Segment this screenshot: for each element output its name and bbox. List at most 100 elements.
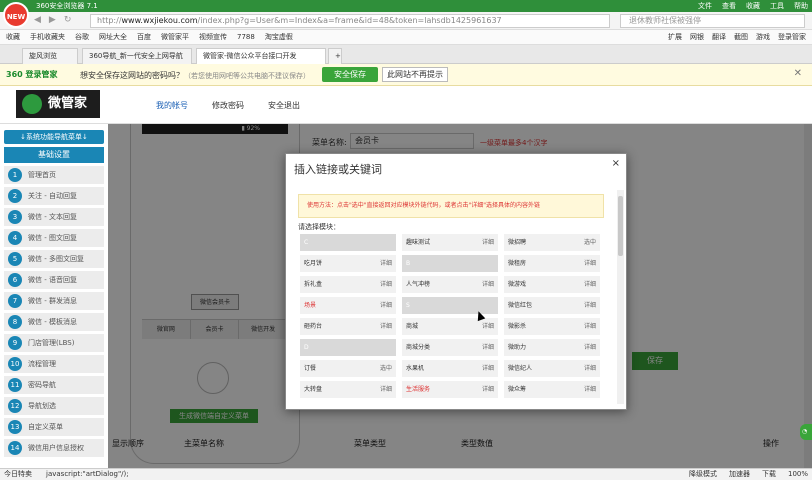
sidebar-item[interactable]: 9 门店管理(LBS)	[4, 334, 104, 352]
dialog-scrollbar[interactable]	[617, 190, 624, 404]
status-right-item[interactable]: 下载	[762, 469, 776, 480]
dialog-close-icon[interactable]: ×	[612, 158, 620, 169]
module-cell[interactable]: 微招聘 选中	[504, 234, 600, 251]
safe-save-button[interactable]: 安全保存	[322, 67, 378, 82]
module-action-link[interactable]: 详细	[584, 381, 596, 398]
module-cell[interactable]: 微游戏 详细	[504, 276, 600, 293]
module-cell[interactable]: 微助力 详细	[504, 339, 600, 356]
sidebar-item[interactable]: 4 微信 - 图文回复	[4, 229, 104, 247]
forward-icon[interactable]: ▶	[49, 15, 56, 25]
module-cell[interactable]: 商城 详细	[402, 318, 498, 335]
favorite-item[interactable]: 百度	[137, 32, 151, 42]
back-icon[interactable]: ◀	[34, 15, 41, 25]
top-nav-item[interactable]: 我的帐号	[156, 100, 188, 111]
module-action-link[interactable]: 详细	[380, 318, 392, 335]
module-cell[interactable]: 微信红包 详细	[504, 297, 600, 314]
module-cell[interactable]: S	[402, 297, 498, 314]
favorite-item[interactable]: 网址大全	[99, 32, 127, 42]
menu-item[interactable]: 工具	[770, 0, 784, 12]
module-cell[interactable]: B	[402, 255, 498, 272]
module-cell[interactable]: 微影杀 详细	[504, 318, 600, 335]
module-action-link[interactable]: 详细	[482, 318, 494, 335]
sidebar-item[interactable]: 13 自定义菜单	[4, 418, 104, 436]
module-action-link[interactable]: 详细	[584, 360, 596, 377]
module-action-link[interactable]: 详细	[482, 360, 494, 377]
browser-tab[interactable]: 微管家-微信公众平台接口开发	[196, 48, 326, 64]
status-left-item[interactable]: 今日特卖	[4, 469, 32, 480]
sidebar-item[interactable]: 7 微信 - 群发消息	[4, 292, 104, 310]
sidebar-item[interactable]: 1 管理首页	[4, 166, 104, 184]
module-action-link[interactable]: 详细	[584, 318, 596, 335]
status-right-item[interactable]: 加速器	[729, 469, 750, 480]
favorite-item[interactable]: 视频宣传	[199, 32, 227, 42]
sidebar-item[interactable]: 14 微信用户信息授权	[4, 439, 104, 457]
module-cell[interactable]: 微众筹 详细	[504, 381, 600, 398]
close-icon[interactable]: ✕	[794, 68, 802, 79]
sidebar-item[interactable]: 8 微信 - 模板消息	[4, 313, 104, 331]
sidebar-item[interactable]: 11 密码导航	[4, 376, 104, 394]
module-action-link[interactable]: 详细	[482, 276, 494, 293]
module-action-link[interactable]: 详细	[380, 297, 392, 314]
search-input[interactable]: 退休教师社保被强停	[620, 14, 805, 28]
sidebar-section-basic[interactable]: 基础设置	[4, 147, 104, 163]
module-cell[interactable]: 商城分类 详细	[402, 339, 498, 356]
module-action-link[interactable]: 详细	[380, 255, 392, 272]
sidebar-item[interactable]: 10 流程管理	[4, 355, 104, 373]
module-cell[interactable]: D	[300, 339, 396, 356]
module-action-link[interactable]: 详细	[380, 276, 392, 293]
toolbar-item[interactable]: 游戏	[756, 32, 770, 42]
module-action-link[interactable]: 选中	[584, 234, 596, 251]
module-cell[interactable]: 砸药台 详细	[300, 318, 396, 335]
top-nav-item[interactable]: 修改密码	[212, 100, 244, 111]
browser-tab[interactable]: 360导航_新一代安全上网导航	[82, 48, 192, 64]
favorite-item[interactable]: 微管家平	[161, 32, 189, 42]
favorite-item[interactable]: 谷歌	[75, 32, 89, 42]
new-tab-icon[interactable]: +	[328, 48, 342, 64]
module-action-link[interactable]: 选中	[380, 360, 392, 377]
module-cell[interactable]: 场景 详细	[300, 297, 396, 314]
status-right-item[interactable]: 100%	[788, 469, 808, 480]
module-action-link[interactable]: 详细	[482, 339, 494, 356]
module-action-link[interactable]: 详细	[584, 276, 596, 293]
menu-item[interactable]: 文件	[698, 0, 712, 12]
refresh-icon[interactable]: ↻	[64, 15, 72, 25]
toolbar-item[interactable]: 翻译	[712, 32, 726, 42]
float-side-button[interactable]: ◔	[800, 424, 812, 440]
toolbar-item[interactable]: 网银	[690, 32, 704, 42]
toolbar-item[interactable]: 登录管家	[778, 32, 806, 42]
toolbar-item[interactable]: 截图	[734, 32, 748, 42]
favorite-item[interactable]: 7788	[237, 33, 255, 41]
module-cell[interactable]: 水果机 详细	[402, 360, 498, 377]
module-cell[interactable]: 趣味测试 详细	[402, 234, 498, 251]
favorite-item[interactable]: 淘宝虚假	[265, 32, 293, 42]
module-action-link[interactable]: 详细	[380, 381, 392, 398]
module-cell[interactable]: 生活服务 详细	[402, 381, 498, 398]
module-cell[interactable]: 微信纪人 详细	[504, 360, 600, 377]
sidebar-item[interactable]: 6 微信 - 语音回复	[4, 271, 104, 289]
sidebar-item[interactable]: 3 微信 - 文本回复	[4, 208, 104, 226]
scroll-thumb[interactable]	[618, 196, 623, 256]
menu-item[interactable]: 查看	[722, 0, 736, 12]
top-nav-item[interactable]: 安全退出	[268, 100, 300, 111]
module-action-link[interactable]: 详细	[584, 297, 596, 314]
module-cell[interactable]: 吃月饼 详细	[300, 255, 396, 272]
menu-item[interactable]: 收藏	[746, 0, 760, 12]
browser-tab[interactable]: 旋风浏览	[22, 48, 78, 64]
module-action-link[interactable]: 详细	[584, 255, 596, 272]
favorite-item[interactable]: 收藏	[6, 32, 20, 42]
sidebar-item[interactable]: 12 导航划选	[4, 397, 104, 415]
module-cell[interactable]: 微租房 详细	[504, 255, 600, 272]
module-cell[interactable]: 订餐 选中	[300, 360, 396, 377]
module-cell[interactable]: 大转盘 详细	[300, 381, 396, 398]
menu-item[interactable]: 帮助	[794, 0, 808, 12]
toolbar-item[interactable]: 扩展	[668, 32, 682, 42]
status-right-item[interactable]: 降级模式	[689, 469, 717, 480]
sidebar-item[interactable]: 2 关注 - 自动回复	[4, 187, 104, 205]
module-cell[interactable]: C	[300, 234, 396, 251]
module-cell[interactable]: 人气冲榜 详细	[402, 276, 498, 293]
module-action-link[interactable]: 详细	[482, 381, 494, 398]
never-prompt-button[interactable]: 此网站不再提示	[382, 67, 448, 82]
favorite-item[interactable]: 手机收藏夹	[30, 32, 65, 42]
module-action-link[interactable]: 详细	[482, 234, 494, 251]
sidebar-item[interactable]: 5 微信 - 多图文回复	[4, 250, 104, 268]
